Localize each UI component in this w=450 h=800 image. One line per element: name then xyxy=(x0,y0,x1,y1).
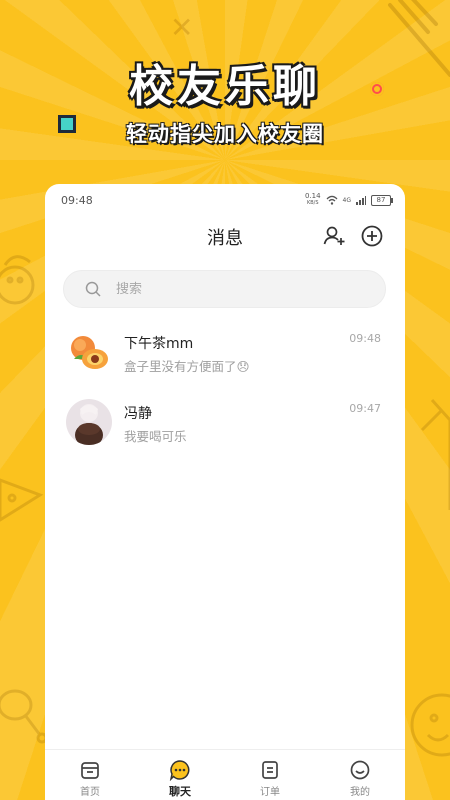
chat-bubble-icon xyxy=(169,760,190,781)
drumstick-decoration-icon xyxy=(0,689,48,744)
tab-label: 订单 xyxy=(260,787,280,798)
photo-avatar xyxy=(66,399,112,445)
bottom-tab-bar: 首页 聊天 订单 我的 xyxy=(45,749,405,800)
title-bar: 消息 xyxy=(45,216,405,258)
tab-home[interactable]: 首页 xyxy=(45,750,135,800)
tab-chat[interactable]: 聊天 xyxy=(135,750,225,800)
plus-circle-icon[interactable] xyxy=(360,224,384,248)
tab-label: 首页 xyxy=(80,787,100,798)
search-bar[interactable] xyxy=(63,270,386,308)
smile-decoration-icon xyxy=(410,693,450,757)
battery-icon: 87 xyxy=(371,194,393,206)
chat-name: 下午茶mm xyxy=(124,336,194,352)
promo-headline: 校友乐聊 xyxy=(129,61,321,112)
tab-label: 聊天 xyxy=(169,785,191,798)
home-box-icon xyxy=(81,762,99,779)
chat-preview: 我要喝可乐 xyxy=(124,429,187,444)
chat-time: 09:47 xyxy=(349,402,381,415)
chat-time: 09:48 xyxy=(349,332,381,345)
drink-decoration-icon xyxy=(420,398,450,510)
status-time: 09:48 xyxy=(61,193,93,207)
tab-profile[interactable]: 我的 xyxy=(315,750,405,800)
search-input[interactable] xyxy=(114,280,338,298)
status-bar: 09:48 0.14 KB/S 4G 87 xyxy=(45,184,405,216)
tab-label: 我的 xyxy=(350,787,370,798)
signal-label: 4G xyxy=(342,196,351,204)
tab-orders[interactable]: 订单 xyxy=(225,750,315,800)
cross-decoration-icon: ✕ xyxy=(170,11,194,44)
chat-list: 下午茶mm 盒子里没有方便面了😞 09:48 冯静 我要喝可乐 09:47 xyxy=(45,324,405,464)
search-icon xyxy=(85,281,101,297)
chat-preview: 盒子里没有方便面了😞 xyxy=(124,359,250,374)
status-indicators: 0.14 KB/S 4G 87 xyxy=(304,192,393,207)
promo-subline: 轻动指尖加入校友圈 xyxy=(126,122,324,146)
add-friend-icon[interactable] xyxy=(322,224,346,248)
chat-item[interactable]: 冯静 我要喝可乐 09:47 xyxy=(45,394,405,464)
pizza-decoration-icon xyxy=(0,478,44,522)
chat-name: 冯静 xyxy=(124,406,152,422)
chef-decoration-icon xyxy=(0,255,35,305)
net-speed: 0.14 KB/S xyxy=(304,192,321,207)
wifi-icon xyxy=(326,195,337,205)
smile-face-icon xyxy=(350,760,370,780)
peach-avatar xyxy=(66,329,112,375)
chat-item[interactable]: 下午茶mm 盒子里没有方便面了😞 09:48 xyxy=(45,324,405,394)
page-title: 消息 xyxy=(207,228,243,249)
order-list-icon xyxy=(262,761,278,779)
phone-screen: 09:48 0.14 KB/S 4G 87 消息 搜索 下午茶mm 盒子里没有方… xyxy=(45,184,405,800)
signal-bars-icon xyxy=(356,195,366,205)
